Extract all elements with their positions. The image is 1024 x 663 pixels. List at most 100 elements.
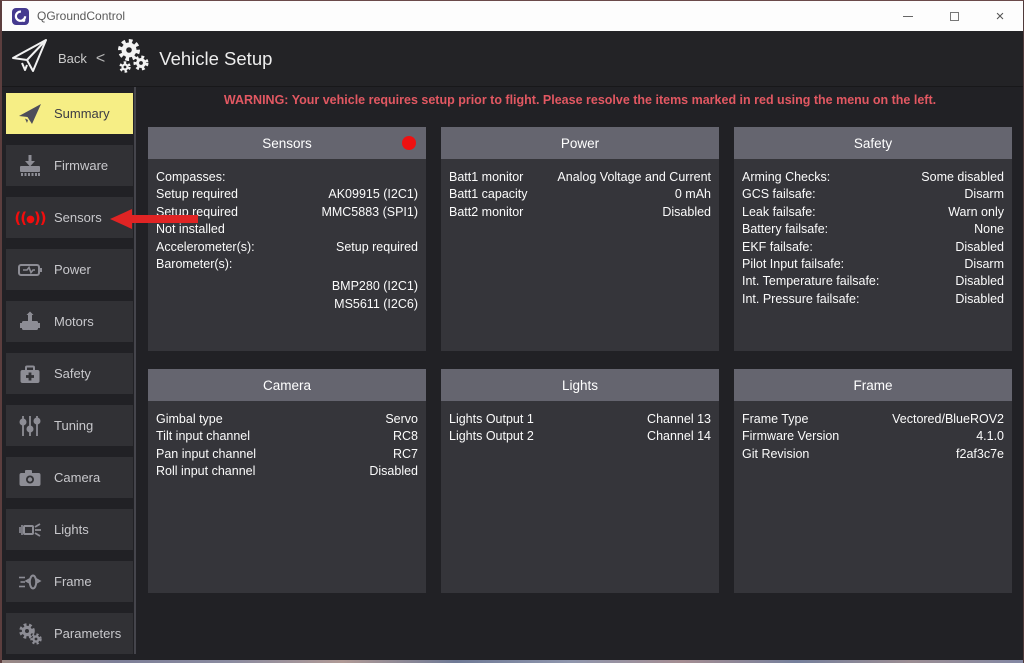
minimize-button[interactable] (885, 1, 931, 31)
sidebar-item-label: Safety (54, 366, 91, 381)
sidebar-item-label: Frame (54, 574, 92, 589)
panel-sensors: Sensors Compasses: Setup requiredAK09915… (148, 127, 426, 351)
summary-row: GCS failsafe:Disarm (734, 186, 1012, 203)
sidebar-item-frame[interactable]: Frame (6, 561, 133, 602)
summary-row: Compasses: (148, 169, 426, 186)
battery-icon (12, 257, 48, 283)
panel-title: Camera (263, 378, 311, 393)
summary-row: Batt2 monitorDisabled (441, 204, 719, 221)
panel-frame-header: Frame (734, 369, 1012, 401)
summary-row: Lights Output 1Channel 13 (441, 411, 719, 428)
summary-row: Gimbal typeServo (148, 411, 426, 428)
summary-row: Lights Output 2Channel 14 (441, 428, 719, 445)
summary-row: Frame TypeVectored/BlueROV2 (734, 411, 1012, 428)
gears-icon (12, 621, 48, 647)
panel-title: Power (561, 136, 599, 151)
sidebar-item-summary[interactable]: Summary (6, 93, 133, 134)
panel-camera-header: Camera (148, 369, 426, 401)
panel-safety-header: Safety (734, 127, 1012, 159)
panel-sensors-header: Sensors (148, 127, 426, 159)
sidebar-item-parameters[interactable]: Parameters (6, 613, 133, 654)
panel-title: Lights (562, 378, 598, 393)
panel-lights-header: Lights (441, 369, 719, 401)
first-aid-kit-icon (12, 361, 48, 387)
summary-row: EKF failsafe:Disabled (734, 239, 1012, 256)
summary-row: Batt1 monitorAnalog Voltage and Current (441, 169, 719, 186)
summary-row: BMP280 (I2C1) (148, 278, 426, 295)
panel-camera: Camera Gimbal typeServo Tilt input chann… (148, 369, 426, 593)
panel-frame: Frame Frame TypeVectored/BlueROV2 Firmwa… (734, 369, 1012, 593)
vehicle-setup-gears-icon (113, 36, 151, 81)
panel-sensors-body: Compasses: Setup requiredAK09915 (I2C1) … (148, 159, 426, 313)
summary-row: Arming Checks:Some disabled (734, 169, 1012, 186)
summary-row: Batt1 capacity0 mAh (441, 186, 719, 203)
sidebar-item-label: Motors (54, 314, 94, 329)
sidebar-item-motors[interactable]: Motors (6, 301, 133, 342)
paper-plane-icon (12, 101, 48, 127)
setup-warning-banner: WARNING: Your vehicle requires setup pri… (148, 93, 1012, 107)
sidebar-item-label: Tuning (54, 418, 93, 433)
alert-dot-icon (402, 136, 416, 150)
panel-camera-body: Gimbal typeServo Tilt input channelRC8 P… (148, 401, 426, 481)
qgc-app-icon (12, 8, 29, 25)
summary-row: Barometer(s): (148, 256, 426, 273)
panel-safety: Safety Arming Checks:Some disabled GCS f… (734, 127, 1012, 351)
annotation-arrow-icon (110, 207, 198, 236)
sidebar-item-label: Firmware (54, 158, 108, 173)
summary-row: Leak failsafe:Warn only (734, 204, 1012, 221)
page-title: Vehicle Setup (159, 48, 272, 70)
firmware-chip-icon (12, 153, 48, 179)
summary-row: Pilot Input failsafe:Disarm (734, 256, 1012, 273)
panel-power: Power Batt1 monitorAnalog Voltage and Cu… (441, 127, 719, 351)
close-button[interactable]: × (977, 1, 1023, 31)
panel-safety-body: Arming Checks:Some disabled GCS failsafe… (734, 159, 1012, 308)
summary-row: Int. Temperature failsafe:Disabled (734, 273, 1012, 290)
summary-row: Git Revisionf2af3c7e (734, 446, 1012, 463)
sidebar-item-label: Parameters (54, 626, 121, 641)
summary-row: Tilt input channelRC8 (148, 428, 426, 445)
sidebar-item-firmware[interactable]: Firmware (6, 145, 133, 186)
motor-icon (12, 309, 48, 335)
panel-lights: Lights Lights Output 1Channel 13 Lights … (441, 369, 719, 593)
window-title: QGroundControl (37, 9, 125, 23)
maximize-icon (950, 12, 959, 21)
summary-row: Firmware Version4.1.0 (734, 428, 1012, 445)
panel-title: Frame (853, 378, 892, 393)
summary-row: Roll input channelDisabled (148, 463, 426, 480)
panel-power-header: Power (441, 127, 719, 159)
back-button[interactable]: Back (58, 51, 87, 66)
sidebar-item-label: Lights (54, 522, 89, 537)
panel-frame-body: Frame TypeVectored/BlueROV2 Firmware Ver… (734, 401, 1012, 463)
app-toolbar: Back < Vehicle Setup (2, 31, 1023, 87)
maximize-button[interactable] (931, 1, 977, 31)
sidebar-item-label: Power (54, 262, 91, 277)
panel-lights-body: Lights Output 1Channel 13 Lights Output … (441, 401, 719, 446)
sidebar-item-safety[interactable]: Safety (6, 353, 133, 394)
summary-row: MS5611 (I2C6) (148, 296, 426, 313)
qgroundcontrol-window: QGroundControl × Back < (0, 0, 1024, 663)
summary-row: Battery failsafe:None (734, 221, 1012, 238)
summary-row: Accelerometer(s):Setup required (148, 239, 426, 256)
panel-title: Sensors (262, 136, 312, 151)
qgc-plane-logo-button[interactable] (10, 35, 50, 82)
sidebar-item-tuning[interactable]: Tuning (6, 405, 133, 446)
close-icon: × (996, 9, 1005, 24)
summary-row: Setup requiredAK09915 (I2C1) (148, 186, 426, 203)
sliders-icon (12, 413, 48, 439)
rov-frame-icon (12, 569, 48, 595)
window-titlebar: QGroundControl × (2, 1, 1023, 31)
summary-row: Int. Pressure failsafe:Disabled (734, 291, 1012, 308)
sidebar-item-lights[interactable]: Lights (6, 509, 133, 550)
sidebar-scrollbar[interactable] (134, 87, 136, 654)
sidebar-item-label: Sensors (54, 210, 102, 225)
camera-icon (12, 465, 48, 491)
minimize-icon (903, 16, 913, 17)
panel-title: Safety (854, 136, 892, 151)
summary-row: Pan input channelRC7 (148, 446, 426, 463)
sidebar-item-camera[interactable]: Camera (6, 457, 133, 498)
sensors-radio-icon: ((●)) (12, 209, 48, 227)
sidebar-item-power[interactable]: Power (6, 249, 133, 290)
breadcrumb-chevron: < (96, 50, 105, 68)
sidebar-item-label: Summary (54, 106, 110, 121)
panel-power-body: Batt1 monitorAnalog Voltage and Current … (441, 159, 719, 221)
